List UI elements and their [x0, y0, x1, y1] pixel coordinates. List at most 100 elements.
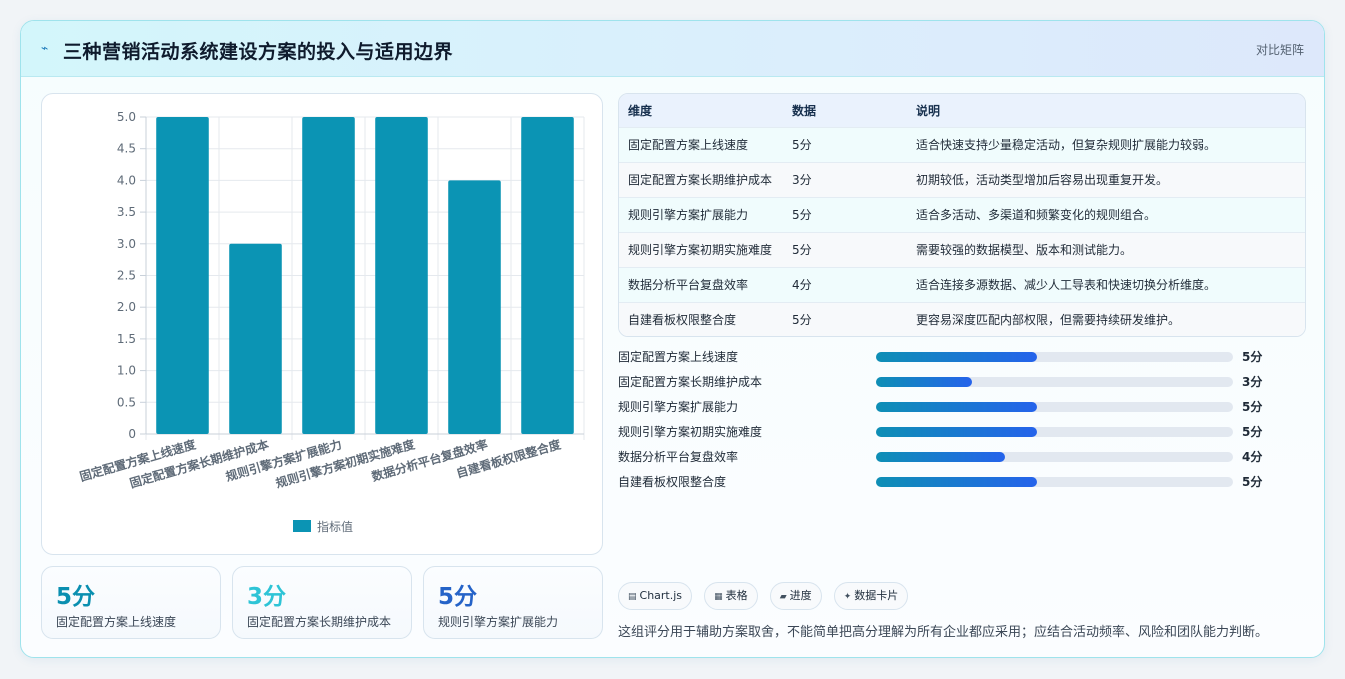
- header-label: 对比矩阵: [1255, 43, 1304, 57]
- progress-row: 数据分析平台复盘效率 4分: [618, 447, 1306, 465]
- tag-label: Chart.js: [639, 589, 683, 602]
- table-cell: 5分: [792, 313, 812, 328]
- y-tick-label: 1.5: [117, 332, 136, 346]
- progress-label: 固定配置方案长期维护成本: [618, 375, 763, 389]
- progress-value: 5分: [1242, 425, 1263, 439]
- table-row: 数据分析平台复盘效率 4分 适合连接多源数据、减少人工导表和快速切换分析维度。: [619, 267, 1305, 302]
- bar: [156, 117, 209, 434]
- bar: [521, 117, 574, 434]
- table-cell: 3分: [792, 173, 812, 187]
- column-header: 说明: [916, 103, 941, 118]
- progress-fill: [876, 402, 1037, 412]
- table-cell: 初期较低，活动类型增加后容易出现重复开发。: [916, 173, 1169, 187]
- kpi-label: 固定配置方案上线速度: [56, 615, 177, 629]
- progress-track: [876, 477, 1233, 487]
- progress-fill: [876, 477, 1037, 487]
- y-tick-label: 5.0: [117, 110, 136, 124]
- chart-icon: ▤: [628, 592, 637, 602]
- progress-fill: [876, 352, 1037, 362]
- table-cell: 固定配置方案长期维护成本: [628, 173, 773, 187]
- progress-row: 规则引擎方案扩展能力 5分: [618, 397, 1306, 415]
- bar: [375, 117, 428, 434]
- progress-value: 4分: [1242, 450, 1263, 464]
- table-row: 固定配置方案上线速度 5分 适合快速支持少量稳定活动，但复杂规则扩展能力较弱。: [619, 127, 1305, 162]
- pulse-icon: ⌁: [41, 41, 49, 55]
- tag-progress[interactable]: ▰ 进度: [769, 582, 822, 610]
- kpi-card: 3分 固定配置方案长期维护成本: [232, 566, 412, 639]
- kpi-card: 5分 固定配置方案上线速度: [41, 566, 221, 639]
- legend-label: 指标值: [317, 519, 353, 534]
- progress-fill: [876, 452, 1005, 462]
- table-header-row: 维度 数据 说明: [619, 94, 1305, 127]
- table-row: 固定配置方案长期维护成本 3分 初期较低，活动类型增加后容易出现重复开发。: [619, 162, 1305, 197]
- dashboard-card: ⌁ 三种营销活动系统建设方案的投入与适用边界 对比矩阵 0 0.5 1.0 1.5 2.…: [20, 20, 1325, 658]
- table-row: 规则引擎方案扩展能力 5分 适合多活动、多渠道和频繁变化的规则组合。: [619, 197, 1305, 232]
- tag-list: ▤ Chart.js ▦ 表格 ▰ 进度 ✦ 数据卡片: [618, 582, 915, 610]
- kpi-value: 3分: [247, 584, 287, 610]
- card-header: ⌁ 三种营销活动系统建设方案的投入与适用边界 对比矩阵: [21, 21, 1324, 77]
- kpi-label: 规则引擎方案扩展能力: [438, 615, 559, 629]
- sparkle-icon: ✦: [843, 592, 852, 602]
- table-cell: 规则引擎方案初期实施难度: [628, 243, 773, 257]
- table-cell: 5分: [792, 208, 812, 222]
- progress-value: 5分: [1242, 350, 1263, 364]
- progress-fill: [876, 427, 1037, 437]
- progress-track: [876, 452, 1233, 462]
- progress-value: 5分: [1242, 400, 1263, 414]
- page-title: 三种营销活动系统建设方案的投入与适用边界: [63, 41, 454, 63]
- table-cell: 需要较强的数据模型、版本和测试能力。: [916, 243, 1133, 257]
- y-tick-label: 4.0: [117, 173, 136, 187]
- progress-row: 固定配置方案长期维护成本 3分: [618, 372, 1306, 390]
- tag-chartjs[interactable]: ▤ Chart.js: [618, 582, 693, 610]
- y-tick-label: 0.5: [117, 395, 136, 409]
- table-cell: 5分: [792, 243, 812, 257]
- progress-label: 固定配置方案上线速度: [618, 350, 739, 364]
- table-cell: 4分: [792, 278, 812, 292]
- data-table: 维度 数据 说明 固定配置方案上线速度 5分 适合快速支持少量稳定活动，但复杂规…: [618, 93, 1306, 337]
- tag-label: 数据卡片: [854, 589, 899, 602]
- kpi-value: 5分: [56, 584, 96, 610]
- y-tick-label: 2.0: [117, 300, 136, 314]
- progress-fill: [876, 377, 973, 387]
- table-row: 规则引擎方案初期实施难度 5分 需要较强的数据模型、版本和测试能力。: [619, 232, 1305, 267]
- legend-swatch: [293, 520, 311, 532]
- progress-label: 规则引擎方案扩展能力: [618, 400, 739, 414]
- y-tick-label: 0: [128, 427, 136, 441]
- bar: [229, 243, 282, 434]
- progress-track: [876, 427, 1233, 437]
- tag-label: 进度: [789, 589, 812, 602]
- kpi-label: 固定配置方案长期维护成本: [247, 615, 392, 629]
- table-cell: 数据分析平台复盘效率: [628, 278, 749, 292]
- table-cell: 适合连接多源数据、减少人工导表和快速切换分析维度。: [916, 278, 1217, 292]
- footnote: 这组评分用于辅助方案取舍，不能简单把高分理解为所有企业都应采用；应结合活动频率、…: [618, 625, 1269, 640]
- kpi-card: 5分 规则引擎方案扩展能力: [423, 566, 603, 639]
- column-header: 维度: [628, 103, 653, 118]
- progress-track: [876, 352, 1233, 362]
- progress-row: 固定配置方案上线速度 5分: [618, 347, 1306, 365]
- bar-chart-panel: 0 0.5 1.0 1.5 2.0 2.5 3.0 3.5 4.0 4.5 5.0 固定配置方案上线速…: [41, 93, 603, 555]
- y-tick-label: 3.5: [117, 205, 136, 219]
- table-icon: ▦: [714, 592, 723, 602]
- table-cell: 5分: [792, 138, 812, 152]
- table-cell: 适合多活动、多渠道和频繁变化的规则组合。: [916, 208, 1157, 222]
- progress-label: 数据分析平台复盘效率: [618, 450, 739, 464]
- bar: [448, 180, 501, 434]
- table-cell: 适合快速支持少量稳定活动，但复杂规则扩展能力较弱。: [916, 138, 1217, 152]
- column-header: 数据: [792, 103, 817, 118]
- table-cell: 规则引擎方案扩展能力: [628, 208, 749, 222]
- table-cell: 固定配置方案上线速度: [628, 138, 749, 152]
- table-cell: 更容易深度匹配内部权限，但需要持续研发维护。: [916, 313, 1181, 328]
- progress-icon: ▰: [779, 592, 787, 602]
- table-row: 自建看板权限整合度 5分 更容易深度匹配内部权限，但需要持续研发维护。: [619, 302, 1305, 336]
- y-tick-label: 1.0: [117, 364, 136, 378]
- y-tick-label: 2.5: [117, 269, 136, 283]
- tag-table[interactable]: ▦ 表格: [704, 582, 758, 610]
- progress-track: [876, 377, 1233, 387]
- progress-label: 自建看板权限整合度: [618, 475, 727, 489]
- bar: [302, 117, 355, 434]
- progress-value: 3分: [1242, 375, 1263, 389]
- y-tick-label: 4.5: [117, 142, 136, 156]
- progress-value: 5分: [1242, 475, 1263, 489]
- tag-data-card[interactable]: ✦ 数据卡片: [833, 582, 909, 610]
- progress-row: 规则引擎方案初期实施难度 5分: [618, 422, 1306, 440]
